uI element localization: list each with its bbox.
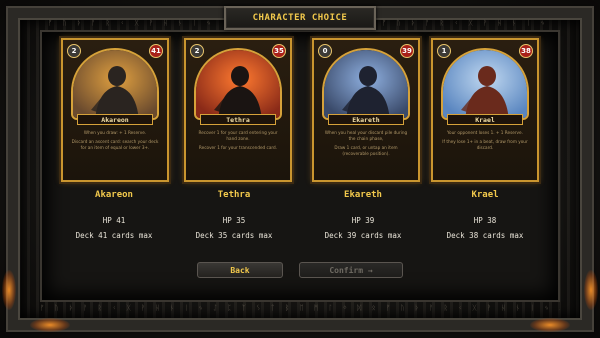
game-screen: ᚠ ᚢ ᚦ ᚨ ᚱ ᚲ ᚷ ᚹ ᚺ ᚾ ᛁ ᛃ ᛇ ᛈ ᛉ ᛊ ᛏ ᛒ ᛖ ᛗ … <box>0 0 600 338</box>
card-ability-text: Your opponent loses 1. + 1 Reserve. If th… <box>441 130 529 174</box>
ability-line-1: Your opponent loses 1. + 1 Reserve. <box>447 130 523 135</box>
ability-line-2: Draw 1 card, or untap an item (recoverab… <box>334 145 398 156</box>
character-name: Tethra <box>217 190 251 200</box>
character-hp: HP 39 <box>351 216 375 225</box>
cost-badge: 1 <box>437 44 451 58</box>
cost-badge: 0 <box>318 44 332 58</box>
hp-badge: 39 <box>400 44 414 58</box>
screen-title: CHARACTER CHOICE <box>252 13 348 23</box>
ability-line-2: If they lose 1+ in a beat, draw from you… <box>442 139 528 150</box>
hp-badge: 38 <box>519 44 533 58</box>
cost-badge: 2 <box>67 44 81 58</box>
back-button[interactable]: Back <box>197 262 283 278</box>
hp-badge: 35 <box>272 44 286 58</box>
cost-badge: 2 <box>190 44 204 58</box>
character-card-tethra[interactable]: 2 35 Tethra Recover 1 for your card enterin… <box>184 38 292 182</box>
card-nameplate: Krael <box>447 114 523 125</box>
rune-border-top-left: ᚠ ᚢ ᚦ ᚨ ᚱ ᚲ ᚷ ᚹ ᚺ ᚾ ᛁ ᛃ ᛇ ᛈ ᛉ ᛊ ᛏ ᛒ ᛖ ᛗ … <box>48 19 218 27</box>
ability-line-1: Recover 1 for your card entering your ha… <box>198 130 278 141</box>
card-nameplate: Tethra <box>200 114 276 125</box>
character-deck-size: Deck 38 cards max <box>446 231 524 240</box>
rune-border-bottom: ᚠ ᚢ ᚦ ᚨ ᚱ ᚲ ᚷ ᚹ ᚺ ᚾ ᛁ ᛃ ᛇ ᛈ ᛉ ᛊ ᛏ ᛒ ᛖ ᛗ … <box>40 304 560 312</box>
character-card-ekareth[interactable]: 0 39 Ekareth When you heal your discard pil… <box>312 38 420 182</box>
hp-badge: 41 <box>149 44 163 58</box>
character-portrait <box>194 48 282 120</box>
character-deck-size: Deck 41 cards max <box>75 231 153 240</box>
character-card-akareon[interactable]: 2 41 Akareon When you draw: + 1 Reserve. Dis… <box>61 38 169 182</box>
character-name: Ekareth <box>344 190 382 200</box>
character-hp: HP 38 <box>473 216 497 225</box>
character-hp: HP 35 <box>222 216 246 225</box>
character-info-akareon: Akareon HP 41 Deck 41 cards max <box>49 190 179 240</box>
character-portrait <box>71 48 159 120</box>
rune-border-top-right: ᚠ ᚢ ᚦ ᚨ ᚱ ᚲ ᚷ ᚹ ᚺ ᚾ ᛁ ᛃ ᛇ ᛈ ᛉ ᛊ ᛏ ᛒ ᛖ ᛗ … <box>382 19 552 27</box>
character-portrait <box>322 48 410 120</box>
character-hp: HP 41 <box>102 216 126 225</box>
card-ability-text: When you draw: + 1 Reserve. Discard an as… <box>71 130 159 174</box>
ability-line-2: Discard an ascent card: search your deck… <box>71 139 159 150</box>
confirm-button[interactable]: Confirm → <box>299 262 403 278</box>
character-deck-size: Deck 39 cards max <box>324 231 402 240</box>
character-name: Akareon <box>95 190 133 200</box>
character-name: Krael <box>471 190 499 200</box>
ability-line-1: When you heal your discard pile during t… <box>324 130 408 141</box>
ember-glow-bottom-left <box>30 318 70 332</box>
ability-line-1: When you draw: + 1 Reserve. <box>83 130 147 135</box>
character-deck-size: Deck 35 cards max <box>195 231 273 240</box>
character-info-tethra: Tethra HP 35 Deck 35 cards max <box>169 190 299 240</box>
character-card-krael[interactable]: 1 38 Krael Your opponent loses 1. + 1 Reser… <box>431 38 539 182</box>
character-portrait <box>441 48 529 120</box>
ember-glow-bottom-right <box>530 318 570 332</box>
card-ability-text: Recover 1 for your card entering your ha… <box>194 130 282 174</box>
title-plate: CHARACTER CHOICE <box>224 6 376 30</box>
card-nameplate: Akareon <box>77 114 153 125</box>
character-info-krael: Krael HP 38 Deck 38 cards max <box>420 190 550 240</box>
card-ability-text: When you heal your discard pile during t… <box>322 130 410 174</box>
ability-line-2: Recover 1 for your transcended card. <box>198 145 278 150</box>
card-nameplate: Ekareth <box>328 114 404 125</box>
torch-glow-left <box>2 270 16 310</box>
torch-glow-right <box>584 270 598 310</box>
character-info-ekareth: Ekareth HP 39 Deck 39 cards max <box>298 190 428 240</box>
